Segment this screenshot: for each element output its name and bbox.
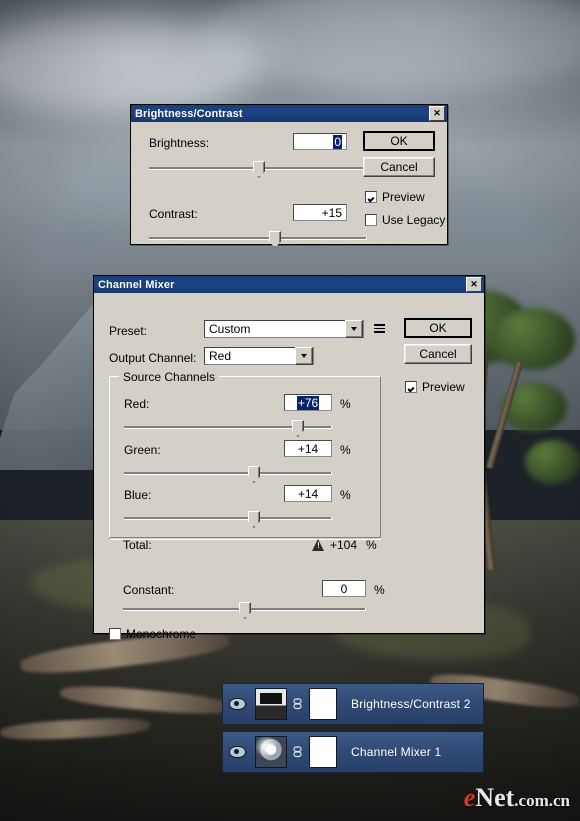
chain-link-icon bbox=[292, 746, 302, 758]
output-channel-combobox[interactable]: Red bbox=[204, 347, 314, 365]
channel-mixer-ok-button[interactable]: OK bbox=[404, 318, 472, 338]
monochrome-label: Monochrome bbox=[126, 627, 197, 641]
watermark-e: e bbox=[463, 783, 476, 812]
total-label: Total: bbox=[123, 538, 152, 552]
channel-mixer-dialog: Channel Mixer ✕ Preset: Custom Output Ch… bbox=[93, 275, 485, 641]
constant-unit: % bbox=[374, 583, 385, 597]
preview-label: Preview bbox=[382, 190, 425, 204]
channel-mixer-thumbnail-icon bbox=[255, 736, 287, 768]
brightness-slider[interactable] bbox=[149, 160, 367, 178]
chain-link-icon bbox=[292, 698, 302, 710]
channel-mixer-titlebar[interactable]: Channel Mixer ✕ bbox=[94, 276, 484, 293]
brightness-contrast-dialog: Brightness/Contrast ✕ Brightness: 0 Cont… bbox=[130, 104, 448, 248]
total-value: +104 bbox=[330, 538, 358, 552]
layer-mask[interactable] bbox=[303, 736, 343, 768]
list-item: Channel Mixer 1 bbox=[351, 745, 442, 759]
layer-thumbnail[interactable] bbox=[251, 736, 291, 768]
chevron-down-icon[interactable] bbox=[345, 320, 363, 338]
checkbox-icon bbox=[365, 191, 377, 203]
warning-icon bbox=[312, 539, 325, 551]
layer-mask[interactable] bbox=[303, 688, 343, 720]
watermark: eNet.com.cn bbox=[464, 783, 570, 813]
blue-slider-thumb[interactable] bbox=[248, 511, 260, 528]
brightness-slider-thumb[interactable] bbox=[253, 161, 265, 178]
table-row[interactable]: Channel Mixer 1 bbox=[222, 731, 484, 773]
total-unit: % bbox=[366, 538, 377, 552]
layer-link-icon[interactable] bbox=[291, 698, 303, 710]
brightness-contrast-cancel-button[interactable]: Cancel bbox=[363, 157, 435, 177]
red-value: +76 bbox=[296, 396, 320, 410]
brightness-contrast-titlebar[interactable]: Brightness/Contrast ✕ bbox=[131, 105, 447, 122]
green-slider-thumb[interactable] bbox=[248, 466, 260, 483]
red-input[interactable]: +76 bbox=[284, 394, 332, 411]
brightness-label: Brightness: bbox=[149, 136, 210, 150]
brightness-input[interactable]: 0 bbox=[293, 133, 347, 150]
layer-link-icon[interactable] bbox=[291, 746, 303, 758]
table-row[interactable]: Brightness/Contrast 2 bbox=[222, 683, 484, 725]
blue-slider[interactable] bbox=[124, 510, 332, 528]
blue-label: Blue: bbox=[124, 488, 152, 502]
layer-visibility-toggle[interactable] bbox=[223, 746, 251, 758]
list-item: Brightness/Contrast 2 bbox=[351, 697, 471, 711]
layer-mask-thumbnail-icon bbox=[309, 688, 337, 720]
monochrome-checkbox[interactable]: Monochrome bbox=[109, 627, 196, 641]
channel-mixer-cancel-button[interactable]: Cancel bbox=[404, 344, 472, 364]
brightness-contrast-ok-button[interactable]: OK bbox=[363, 131, 435, 151]
layer-mask-thumbnail-icon bbox=[309, 736, 337, 768]
source-channels-group: Source Channels Red: +76 % Green: +14 % bbox=[109, 370, 381, 540]
red-label: Red: bbox=[124, 397, 150, 411]
green-slider-track bbox=[124, 472, 332, 475]
green-unit: % bbox=[340, 443, 351, 457]
watermark-domain: .com.cn bbox=[514, 791, 570, 810]
green-slider[interactable] bbox=[124, 465, 332, 483]
eye-icon bbox=[228, 746, 246, 758]
contrast-slider[interactable] bbox=[149, 230, 367, 248]
red-unit: % bbox=[340, 397, 351, 411]
channel-mixer-preview-checkbox[interactable]: Preview bbox=[405, 380, 465, 394]
layers-panel: Brightness/Contrast 2 Channel Mixer 1 bbox=[222, 683, 484, 779]
brightness-contrast-title: Brightness/Contrast bbox=[135, 107, 243, 120]
layer-thumbnail[interactable] bbox=[251, 688, 291, 720]
output-channel-label: Output Channel: bbox=[109, 351, 197, 365]
brightness-value: 0 bbox=[333, 135, 342, 149]
constant-slider-thumb[interactable] bbox=[239, 602, 251, 619]
channel-mixer-title: Channel Mixer bbox=[98, 278, 175, 291]
layer-visibility-toggle[interactable] bbox=[223, 698, 251, 710]
brightness-contrast-thumbnail-icon bbox=[255, 688, 287, 720]
red-slider[interactable] bbox=[124, 419, 332, 437]
use-legacy-checkbox[interactable]: Use Legacy bbox=[365, 213, 445, 227]
green-input[interactable]: +14 bbox=[284, 440, 332, 457]
close-icon[interactable]: ✕ bbox=[429, 106, 445, 121]
brightness-contrast-preview-checkbox[interactable]: Preview bbox=[365, 190, 425, 204]
output-channel-value: Red bbox=[209, 349, 232, 363]
close-icon[interactable]: ✕ bbox=[466, 277, 482, 292]
watermark-net: Net bbox=[475, 783, 515, 812]
blue-input[interactable]: +14 bbox=[284, 485, 332, 502]
preset-value: Custom bbox=[209, 322, 251, 336]
red-slider-thumb[interactable] bbox=[292, 420, 304, 437]
use-legacy-label: Use Legacy bbox=[382, 213, 446, 227]
preset-label: Preset: bbox=[109, 324, 148, 338]
contrast-slider-thumb[interactable] bbox=[269, 231, 281, 248]
preview-label: Preview bbox=[422, 380, 465, 394]
preset-options-icon[interactable] bbox=[374, 324, 385, 333]
checkbox-icon bbox=[405, 381, 417, 393]
blue-slider-track bbox=[124, 517, 332, 520]
eye-icon bbox=[228, 698, 246, 710]
chevron-down-icon[interactable] bbox=[295, 347, 313, 365]
contrast-input[interactable]: +15 bbox=[293, 204, 347, 221]
constant-label: Constant: bbox=[123, 583, 175, 597]
constant-slider[interactable] bbox=[123, 601, 366, 619]
checkbox-icon bbox=[109, 628, 121, 640]
checkbox-icon bbox=[365, 214, 377, 226]
preset-combobox[interactable]: Custom bbox=[204, 320, 364, 338]
source-channels-label: Source Channels bbox=[119, 370, 220, 384]
contrast-label: Contrast: bbox=[149, 207, 198, 221]
green-label: Green: bbox=[124, 443, 161, 457]
blue-unit: % bbox=[340, 488, 351, 502]
contrast-slider-track bbox=[149, 237, 367, 240]
constant-input[interactable]: 0 bbox=[322, 580, 366, 597]
